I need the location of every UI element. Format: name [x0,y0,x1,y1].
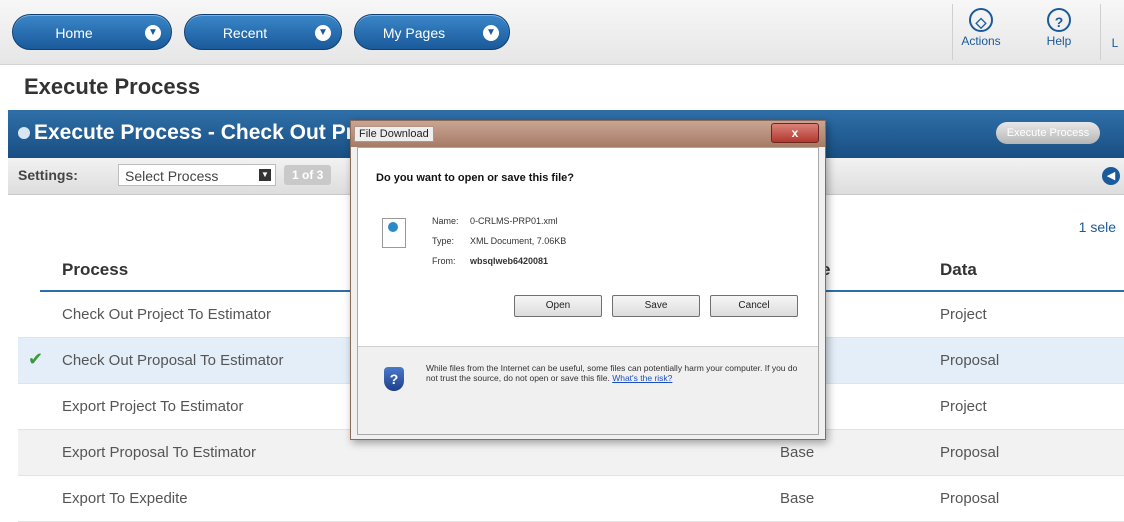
top-nav-bar: Home ▼ Recent ▼ My Pages ▼ ◇ Actions ? H… [0,0,1124,65]
data-cell: Proposal [940,490,1000,507]
xml-file-icon [382,218,406,248]
settings-label: Settings: [18,167,78,183]
actions-button[interactable]: ◇ Actions [956,6,1006,62]
type-cell: Base [780,444,815,461]
data-cell: Project [940,306,987,323]
cut-off-toolbar-label: L [1111,36,1119,50]
file-type-label: Type: [432,236,455,246]
file-from-label: From: [432,256,456,266]
page-title: Execute Process [24,74,201,99]
process-cell: Export To Expedite [62,490,188,507]
security-shield-icon: ? [384,367,404,391]
file-name-value: 0-CRLMS-PRP01.xml [470,216,558,226]
actions-label: Actions [961,34,1001,48]
cut-off-toolbar-item[interactable]: L [1106,6,1124,62]
file-download-dialog: File Download x Do you want to open or s… [350,120,826,440]
file-from-value: wbsqlweb6420081 [470,256,549,266]
dialog-warning-area: ? While files from the Internet can be u… [358,347,818,434]
dialog-body: Do you want to open or save this file? N… [357,147,819,435]
process-cell: Export Project To Estimator [62,398,244,415]
help-icon: ? [1047,8,1071,32]
checkmark-icon: ✔ [28,349,44,369]
toolbar-divider [1100,4,1101,60]
file-type-value: XML Document, 7.06KB [470,236,567,246]
column-header-data[interactable]: Data [940,260,977,280]
toolbar-divider [952,4,953,60]
whats-the-risk-link[interactable]: What's the risk? [612,373,672,383]
type-cell: Base [780,490,815,507]
dialog-close-button[interactable]: x [771,123,819,143]
file-name-label: Name: [432,216,459,226]
execute-process-button[interactable]: Execute Process [996,122,1100,144]
home-label: Home [55,25,93,41]
dialog-question: Do you want to open or save this file? [376,172,575,184]
cancel-button[interactable]: Cancel [710,295,798,317]
home-menu-button[interactable]: Home ▼ [12,14,172,50]
data-cell: Proposal [940,352,1000,369]
recent-label: Recent [222,25,268,41]
recent-menu-button[interactable]: Recent ▼ [184,14,342,50]
my-pages-label: My Pages [382,25,446,41]
chevron-down-icon: ▼ [145,25,161,41]
help-button[interactable]: ? Help [1034,6,1084,62]
process-cell: Check Out Proposal To Estimator [62,352,284,369]
chevron-down-icon: ▼ [315,25,331,41]
open-button[interactable]: Open [514,295,602,317]
table-row[interactable]: Export To Expedite Base Proposal [18,476,1124,522]
select-process-value: Select Process [125,168,219,184]
my-pages-menu-button[interactable]: My Pages ▼ [354,14,510,50]
dialog-title-bar[interactable]: File Download x [351,121,825,147]
save-button[interactable]: Save [612,295,700,317]
data-cell: Project [940,398,987,415]
collapse-toggle-icon[interactable] [18,127,30,139]
page-indicator: 1 of 3 [284,165,332,185]
column-header-process[interactable]: Process [62,260,128,280]
chevron-down-icon: ▼ [259,169,271,181]
help-label: Help [1046,34,1072,48]
select-process-dropdown[interactable]: Select Process ▼ [118,164,276,186]
chevron-down-icon: ▼ [483,25,499,41]
data-cell: Proposal [940,444,1000,461]
dialog-caption: File Download [354,126,434,142]
nav-arrow-icon[interactable]: ◀ [1102,167,1120,185]
actions-diamond-icon: ◇ [969,8,993,32]
security-warning: While files from the Internet can be use… [426,363,806,383]
process-cell: Check Out Project To Estimator [62,306,271,323]
process-cell: Export Proposal To Estimator [62,444,256,461]
selection-count: 1 sele [1078,219,1116,235]
